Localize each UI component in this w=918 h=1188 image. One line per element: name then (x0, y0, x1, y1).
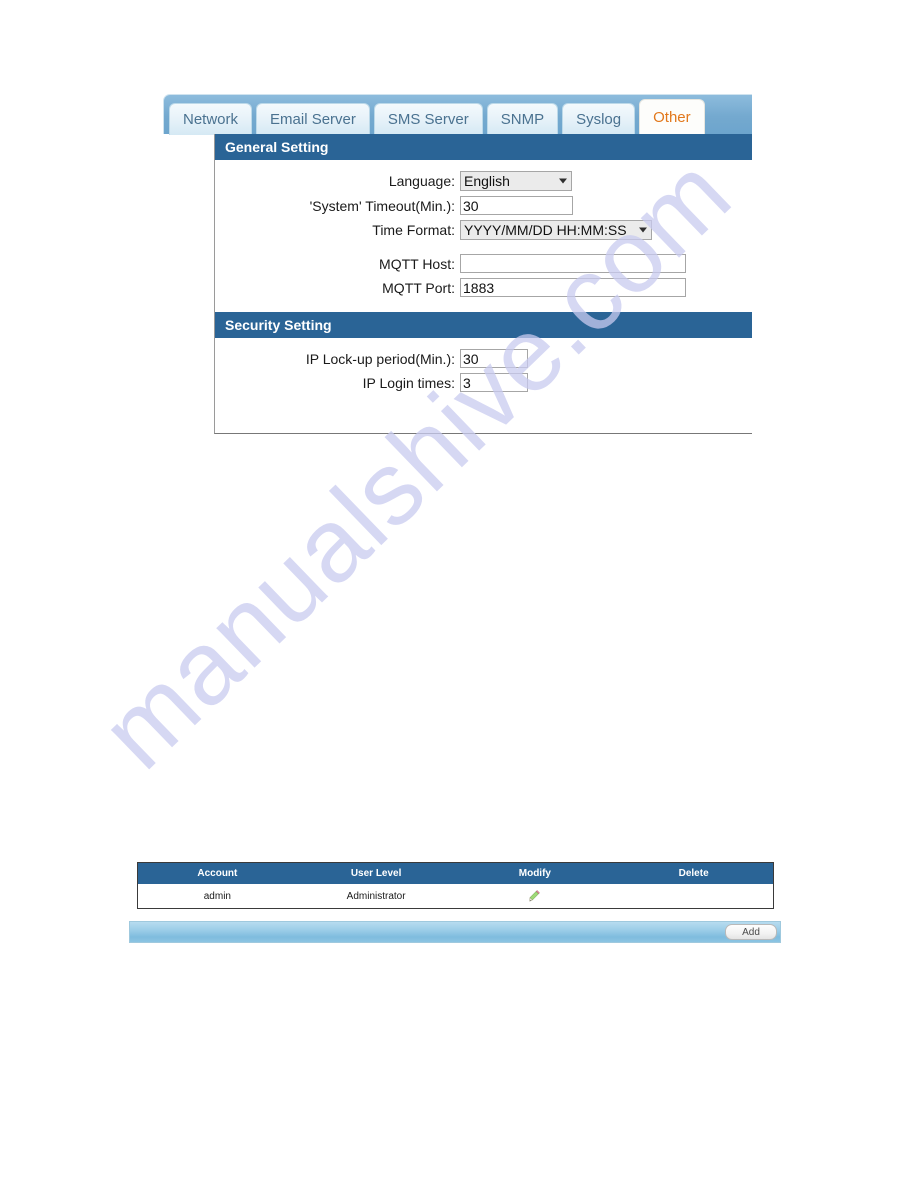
ip-lockup-period-label: IP Lock-up period(Min.): (305, 350, 455, 367)
language-select[interactable]: English (460, 171, 572, 191)
ip-login-times-input[interactable] (460, 373, 528, 392)
tab-email-server-label: Email Server (270, 111, 356, 128)
account-table-container: Account User Level Modify Delete admin A… (137, 862, 774, 909)
general-setting-title: General Setting (225, 139, 329, 155)
mqtt-host-control (460, 254, 686, 273)
field-row-mqtt-port: MQTT Port: (215, 278, 752, 297)
cell-modify (455, 884, 615, 909)
table-header-row: Account User Level Modify Delete (137, 862, 774, 884)
general-setting-header: General Setting (215, 134, 752, 160)
account-action-bar: Add (129, 921, 781, 943)
tab-other[interactable]: Other (639, 99, 705, 135)
security-setting-header: Security Setting (215, 312, 752, 338)
field-row-system-timeout: 'System' Timeout(Min.): (215, 196, 752, 215)
mqtt-host-label: MQTT Host: (379, 255, 455, 272)
time-format-label: Time Format: (372, 222, 455, 238)
settings-tab-bar: Network Email Server SMS Server SNMP Sys… (163, 94, 752, 135)
account-table: Account User Level Modify Delete admin A… (137, 862, 774, 909)
field-spacer (215, 245, 752, 254)
language-control: English (460, 171, 572, 191)
tab-network[interactable]: Network (169, 103, 253, 135)
field-row-time-format: Time Format: YYYY/MM/DD HH:MM:SS (215, 220, 752, 240)
edit-pencil-icon[interactable] (528, 889, 542, 903)
mqtt-port-label: MQTT Port: (382, 279, 455, 296)
security-setting-body: IP Lock-up period(Min.): IP Login times: (215, 338, 752, 407)
tab-sms-server[interactable]: SMS Server (373, 103, 483, 135)
security-setting-title: Security Setting (225, 317, 332, 333)
ip-login-times-control (460, 373, 528, 392)
time-format-control: YYYY/MM/DD HH:MM:SS (460, 220, 652, 240)
column-header-modify: Modify (455, 862, 615, 884)
language-label: Language: (388, 173, 455, 189)
system-timeout-control (460, 196, 573, 215)
field-row-mqtt-host: MQTT Host: (215, 254, 752, 273)
field-row-ip-lockup-period: IP Lock-up period(Min.): (215, 349, 752, 368)
settings-panel: General Setting Language: English 'Syste… (214, 134, 752, 434)
system-timeout-input[interactable] (460, 196, 573, 215)
column-header-user-level: User Level (296, 862, 456, 884)
tab-sms-server-label: SMS Server (387, 111, 469, 128)
tab-other-label: Other (653, 109, 691, 126)
account-table-head: Account User Level Modify Delete (137, 862, 774, 884)
table-row: admin Administrator (137, 884, 774, 909)
general-setting-body: Language: English 'System' Timeout(Min.)… (215, 160, 752, 312)
account-table-body: admin Administrator (137, 884, 774, 909)
system-timeout-label: 'System' Timeout(Min.): (309, 197, 455, 214)
column-header-account: Account (137, 862, 297, 884)
tab-email-server[interactable]: Email Server (256, 103, 370, 135)
ip-login-times-label: IP Login times: (362, 374, 455, 391)
tab-network-label: Network (183, 111, 239, 128)
mqtt-port-control (460, 278, 686, 297)
cell-user-level: Administrator (296, 884, 456, 909)
cell-delete (614, 884, 774, 909)
time-format-select[interactable]: YYYY/MM/DD HH:MM:SS (460, 220, 652, 240)
chevron-down-icon (559, 178, 567, 184)
time-format-select-value: YYYY/MM/DD HH:MM:SS (464, 222, 627, 238)
ip-lockup-period-input[interactable] (460, 349, 528, 368)
field-row-ip-login-times: IP Login times: (215, 373, 752, 392)
add-button[interactable]: Add (725, 924, 777, 940)
tab-snmp-label: SNMP (500, 111, 545, 128)
tab-syslog[interactable]: Syslog (562, 103, 636, 135)
tab-syslog-label: Syslog (576, 111, 622, 128)
mqtt-port-input[interactable] (460, 278, 686, 297)
mqtt-host-input[interactable] (460, 254, 686, 273)
field-row-language: Language: English (215, 171, 752, 191)
cell-account: admin (137, 884, 297, 909)
language-select-value: English (464, 173, 510, 189)
tab-snmp[interactable]: SNMP (486, 103, 559, 135)
ip-lockup-period-control (460, 349, 528, 368)
tab-list: Network Email Server SMS Server SNMP Sys… (169, 99, 705, 135)
chevron-down-icon (639, 227, 647, 233)
column-header-delete: Delete (614, 862, 774, 884)
